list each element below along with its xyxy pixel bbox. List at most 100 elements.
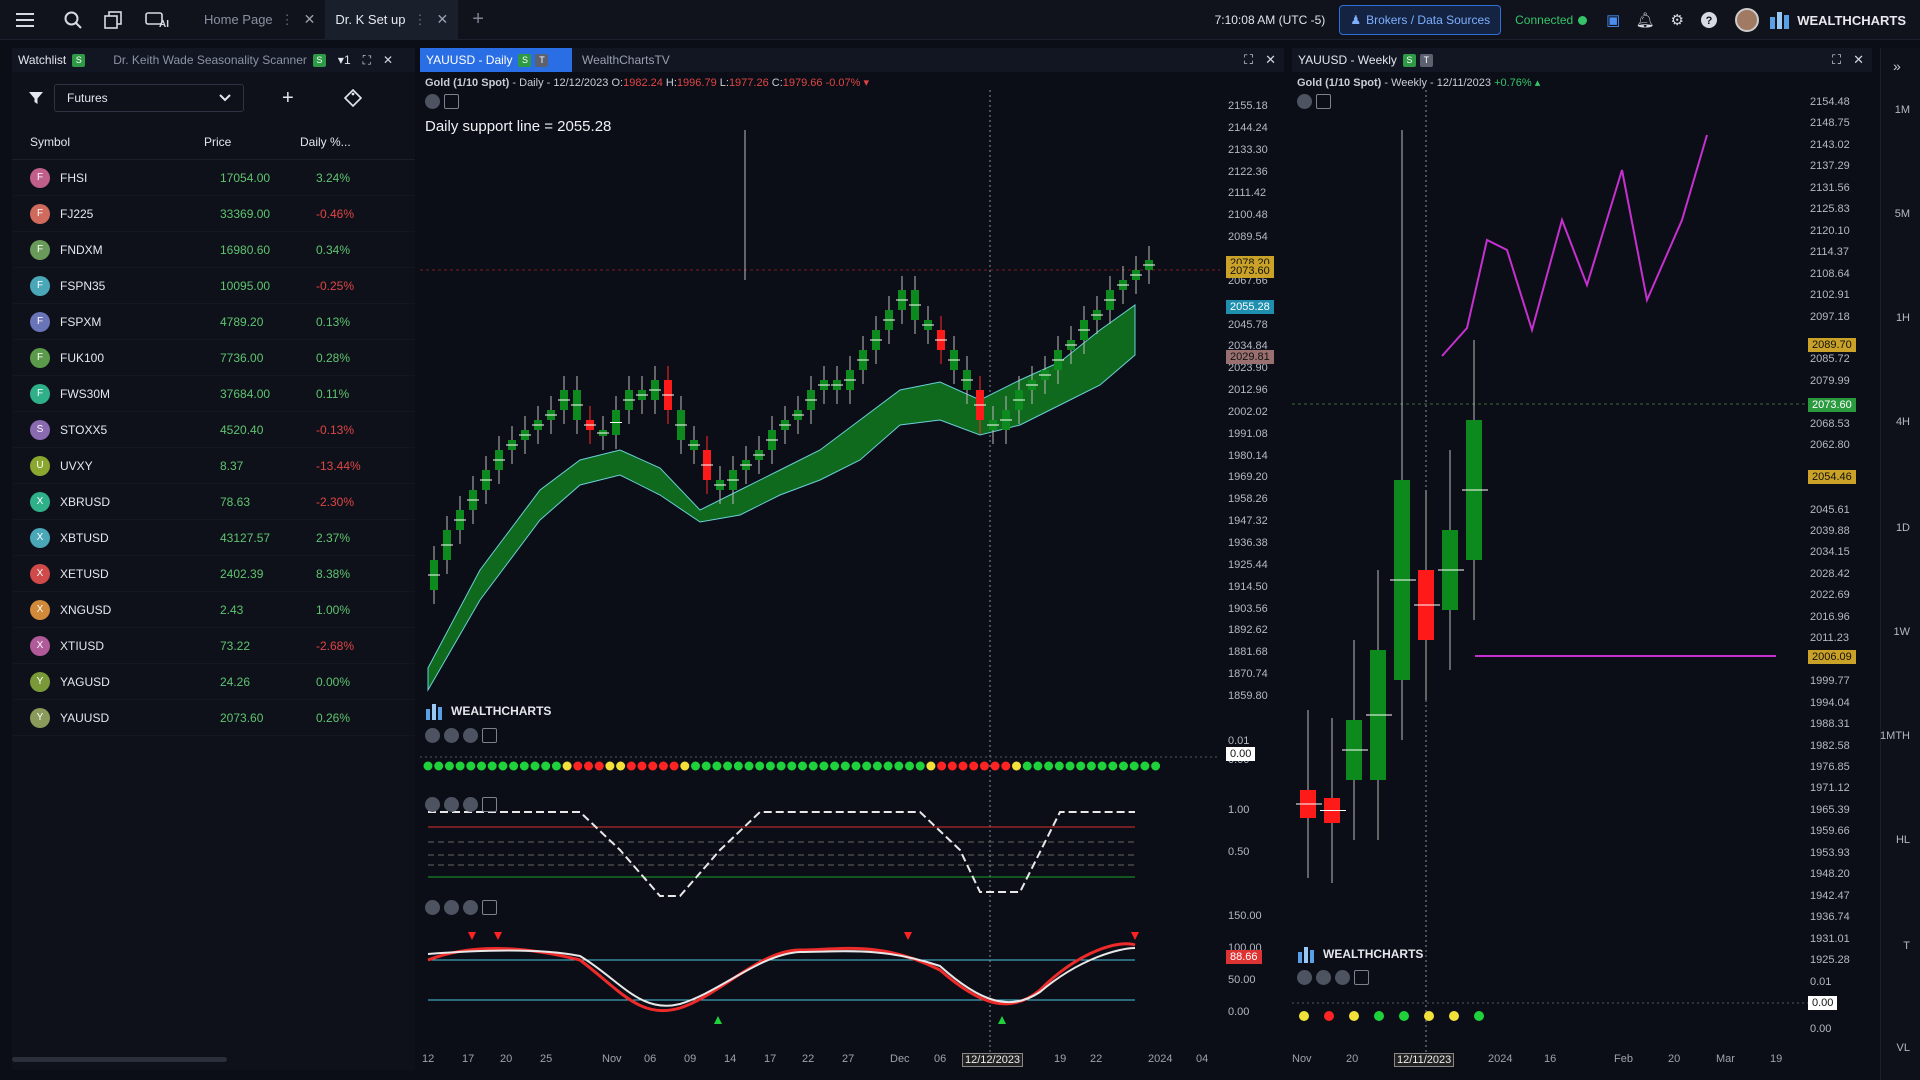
- maximize-icon[interactable]: ⛶: [1244, 52, 1253, 68]
- timeframe-hl[interactable]: HL: [1896, 834, 1910, 846]
- tab-dr-k-setup[interactable]: Dr. K Set up ⋮ ✕: [325, 0, 459, 40]
- timeframe-1h[interactable]: 1H: [1896, 312, 1910, 324]
- watchlist-select[interactable]: Futures: [54, 84, 244, 112]
- tab-dropdown[interactable]: ▾ 1: [332, 48, 357, 72]
- timeframe-1d[interactable]: 1D: [1896, 522, 1910, 534]
- add-symbol-icon[interactable]: +: [282, 87, 294, 110]
- gear-icon[interactable]: ⚙: [1667, 10, 1687, 30]
- t-badge: T: [535, 53, 549, 67]
- timeframe-t[interactable]: T: [1903, 940, 1910, 952]
- table-row[interactable]: F FSPN35 10095.00 -0.25%: [12, 268, 415, 304]
- change-value: -0.07%: [825, 77, 861, 89]
- settings-icon[interactable]: [425, 728, 440, 743]
- ai-assistant-icon[interactable]: AI: [142, 9, 172, 31]
- col-daily-pct[interactable]: Daily %...: [300, 135, 351, 149]
- up-icon[interactable]: [1335, 970, 1350, 985]
- table-row[interactable]: Y YAUUSD 2073.60 0.26%: [12, 700, 415, 736]
- close-icon[interactable]: ✕: [1853, 52, 1864, 68]
- help-icon[interactable]: ?: [1699, 10, 1719, 30]
- top-right-controls: 7:10:08 AM (UTC -5) ♟ Brokers / Data Sou…: [1215, 0, 1920, 40]
- close-icon[interactable]: ✕: [377, 48, 399, 72]
- tab-wealthcharts-tv[interactable]: WealthChartsTV: [576, 48, 676, 72]
- down-icon[interactable]: [444, 728, 459, 743]
- expand-icon[interactable]: »: [1893, 58, 1901, 74]
- status-dot: [1578, 15, 1588, 25]
- tag-icon[interactable]: [343, 89, 362, 107]
- tab-menu-icon[interactable]: ⋮: [281, 12, 294, 28]
- add-tab-icon[interactable]: +: [472, 8, 484, 31]
- tab-seasonality-scanner[interactable]: Dr. Keith Wade Seasonality Scanner S: [107, 48, 332, 72]
- tab-yauusd-weekly[interactable]: YAUUSD - Weekly S T: [1292, 48, 1439, 72]
- tab-watchlist[interactable]: Watchlist S: [12, 48, 91, 72]
- horizontal-scrollbar[interactable]: [12, 1057, 227, 1062]
- weekly-watermark: WEALTHCHARTS: [1297, 944, 1423, 964]
- close-icon[interactable]: ✕: [304, 11, 316, 28]
- maximize-icon[interactable]: ⛶: [1832, 52, 1841, 68]
- down-icon[interactable]: [444, 900, 459, 915]
- table-row[interactable]: F FNDXM 16980.60 0.34%: [12, 232, 415, 268]
- buy-arrow-icon: [714, 1016, 722, 1024]
- up-icon[interactable]: [463, 900, 478, 915]
- brokers-button[interactable]: ♟ Brokers / Data Sources: [1339, 5, 1502, 35]
- table-row[interactable]: S STOXX5 4520.40 -0.13%: [12, 412, 415, 448]
- close-icon[interactable]: ✕: [436, 11, 448, 28]
- timeframe-vl[interactable]: VL: [1897, 1042, 1910, 1054]
- search-icon[interactable]: [62, 9, 84, 31]
- avatar[interactable]: [1735, 8, 1760, 32]
- bell-icon[interactable]: 🔔︎: [1635, 10, 1655, 30]
- table-row[interactable]: F FJ225 33369.00 -0.46%: [12, 196, 415, 232]
- up-icon[interactable]: [463, 728, 478, 743]
- table-row[interactable]: X XBTUSD 43127.57 2.37%: [12, 520, 415, 556]
- down-icon[interactable]: [1316, 970, 1331, 985]
- x-tick-label: 27: [842, 1053, 855, 1065]
- timeframe-1m[interactable]: 1M: [1895, 104, 1910, 116]
- down-icon[interactable]: [444, 797, 459, 812]
- daily-price-chart[interactable]: [420, 90, 1220, 1080]
- save-icon[interactable]: ▣: [1603, 10, 1623, 30]
- settings-icon[interactable]: [425, 797, 440, 812]
- weekly-price-chart[interactable]: [1292, 90, 1822, 1080]
- symbol-icon: F: [30, 383, 50, 404]
- filter-icon[interactable]: [28, 90, 44, 106]
- signal-dot: [669, 761, 679, 771]
- add-icon[interactable]: [482, 728, 497, 743]
- table-row[interactable]: F FWS30M 37684.00 0.11%: [12, 376, 415, 412]
- up-icon[interactable]: [463, 797, 478, 812]
- add-icon[interactable]: [1354, 970, 1369, 985]
- table-row[interactable]: X XETUSD 2402.39 8.38%: [12, 556, 415, 592]
- tab-yauusd-daily[interactable]: YAUUSD - Daily S T: [420, 48, 572, 72]
- tab-menu-icon[interactable]: ⋮: [413, 12, 426, 28]
- table-row[interactable]: F FUK100 7736.00 0.28%: [12, 340, 415, 376]
- settings-icon[interactable]: [1297, 970, 1312, 985]
- add-icon[interactable]: [482, 797, 497, 812]
- table-row[interactable]: X XTIUSD 73.22 -2.68%: [12, 628, 415, 664]
- table-row[interactable]: X XNGUSD 2.43 1.00%: [12, 592, 415, 628]
- y-tick-label: 1999.77: [1810, 675, 1850, 688]
- close-icon[interactable]: ✕: [1265, 52, 1276, 68]
- table-row[interactable]: X XBRUSD 78.63 -2.30%: [12, 484, 415, 520]
- settings-icon[interactable]: [425, 900, 440, 915]
- table-row[interactable]: F FHSI 17054.00 3.24%: [12, 160, 415, 196]
- timeframe-4h[interactable]: 4H: [1896, 416, 1910, 428]
- menu-icon[interactable]: [14, 9, 36, 31]
- col-price[interactable]: Price: [204, 135, 300, 149]
- osc-tick-label: 50.00: [1228, 974, 1256, 986]
- table-row[interactable]: F FSPXM 4789.20 0.13%: [12, 304, 415, 340]
- daily-panel-controls: ⛶ ✕: [1244, 52, 1276, 68]
- signal-dot: [1054, 761, 1064, 771]
- timeframe-5m[interactable]: 5M: [1895, 208, 1910, 220]
- pct-cell: 3.24%: [316, 170, 351, 185]
- add-icon[interactable]: [482, 900, 497, 915]
- table-row[interactable]: Y YAGUSD 24.26 0.00%: [12, 664, 415, 700]
- maximize-icon[interactable]: ⛶: [357, 48, 377, 72]
- price-cell: 2402.39: [220, 566, 264, 581]
- timeframe-1w[interactable]: 1W: [1894, 626, 1911, 638]
- tab-home-page[interactable]: Home Page ⋮ ✕: [194, 0, 325, 40]
- timeframe-1mth[interactable]: 1MTH: [1880, 730, 1910, 742]
- signal-dot: [1044, 761, 1054, 771]
- table-row[interactable]: U UVXY 8.37 -13.44%: [12, 448, 415, 484]
- col-symbol[interactable]: Symbol: [12, 135, 204, 149]
- pct-cell: -13.44%: [316, 458, 361, 473]
- layouts-icon[interactable]: [102, 9, 124, 31]
- open-value: 1982.24: [623, 77, 663, 89]
